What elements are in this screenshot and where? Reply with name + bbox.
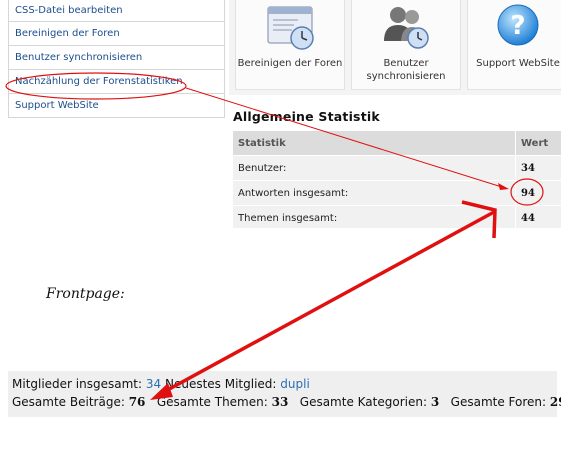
table-row: Benutzer: 34: [233, 156, 561, 181]
menu-item-forum-cleanup[interactable]: Bereinigen der Foren: [8, 22, 225, 46]
newest-label: Neuestes Mitglied:: [164, 377, 277, 391]
admin-menu: CSS-Datei bearbeiten Bereinigen der Fore…: [8, 0, 225, 118]
topics-value: 33: [271, 395, 289, 409]
user-sync-button[interactable]: Benutzer synchronisieren: [351, 0, 461, 90]
stat-label-users: Benutzer:: [238, 163, 287, 174]
support-website-label: Support WebSite: [476, 58, 560, 69]
stat-value-users: 34: [521, 163, 535, 174]
table-row: Themen insgesamt: 44: [233, 206, 561, 229]
stats-header-label: Statistik: [238, 138, 286, 149]
frontpage-stats-bar: Mitglieder insgesamt: 34 Neuestes Mitgli…: [8, 371, 561, 417]
user-sync-icon: [384, 7, 429, 49]
forum-cleanup-label: Bereinigen der Foren: [237, 58, 343, 69]
forums-value: 29: [549, 395, 561, 409]
bold-arrow-line: [161, 210, 495, 395]
members-value-link[interactable]: 34: [146, 377, 161, 391]
categories-label: Gesamte Kategorien:: [299, 395, 428, 409]
menu-item-user-sync[interactable]: Benutzer synchronisieren: [8, 46, 225, 70]
posts-label: Gesamte Beiträge:: [12, 395, 125, 409]
frontpage-line-members: Mitglieder insgesamt: 34 Neuestes Mitgli…: [12, 377, 310, 391]
menu-item-recount-stats[interactable]: Nachzählung der Forenstatistiken: [8, 70, 225, 94]
menu-item-support-website[interactable]: Support WebSite: [8, 94, 225, 118]
categories-value: 3: [430, 395, 440, 409]
frontpage-label: Frontpage:: [46, 286, 125, 302]
stats-header-row: Statistik Wert: [233, 131, 561, 156]
forums-label: Gesamte Foren:: [450, 395, 547, 409]
forum-cleanup-button[interactable]: Bereinigen der Foren: [235, 0, 345, 90]
icon-panel: Bereinigen der Foren Benutzer synchronis…: [229, 0, 561, 95]
newest-member-link[interactable]: dupli: [280, 377, 310, 391]
stat-value-topics: 44: [521, 213, 535, 224]
topics-label: Gesamte Themen:: [156, 395, 268, 409]
stat-label-replies: Antworten insgesamt:: [238, 188, 349, 199]
posts-value: 76: [128, 395, 146, 409]
user-sync-label-line2: synchronisieren: [366, 71, 446, 82]
support-website-button[interactable]: ? Support WebSite: [467, 0, 561, 90]
stats-header-value: Wert: [521, 138, 549, 149]
help-icon: ?: [497, 4, 539, 46]
members-label: Mitglieder insgesamt:: [12, 377, 143, 391]
user-sync-label: Benutzer synchronisieren: [352, 57, 460, 83]
stats-title: Allgemeine Statistik: [233, 109, 380, 124]
stats-table: Statistik Wert Benutzer: 34 Antworten in…: [233, 131, 561, 229]
stat-value-replies: 94: [521, 188, 535, 199]
user-sync-label-line1: Benutzer: [383, 58, 429, 69]
stat-label-topics: Themen insgesamt:: [238, 213, 338, 224]
frontpage-line-totals: Gesamte Beiträge: 76 Gesamte Themen: 33 …: [12, 395, 561, 409]
table-row: Antworten insgesamt: 94: [233, 181, 561, 206]
menu-item-css-edit[interactable]: CSS-Datei bearbeiten: [8, 0, 225, 22]
svg-text:?: ?: [510, 11, 525, 41]
forum-cleanup-icon: [267, 6, 314, 50]
